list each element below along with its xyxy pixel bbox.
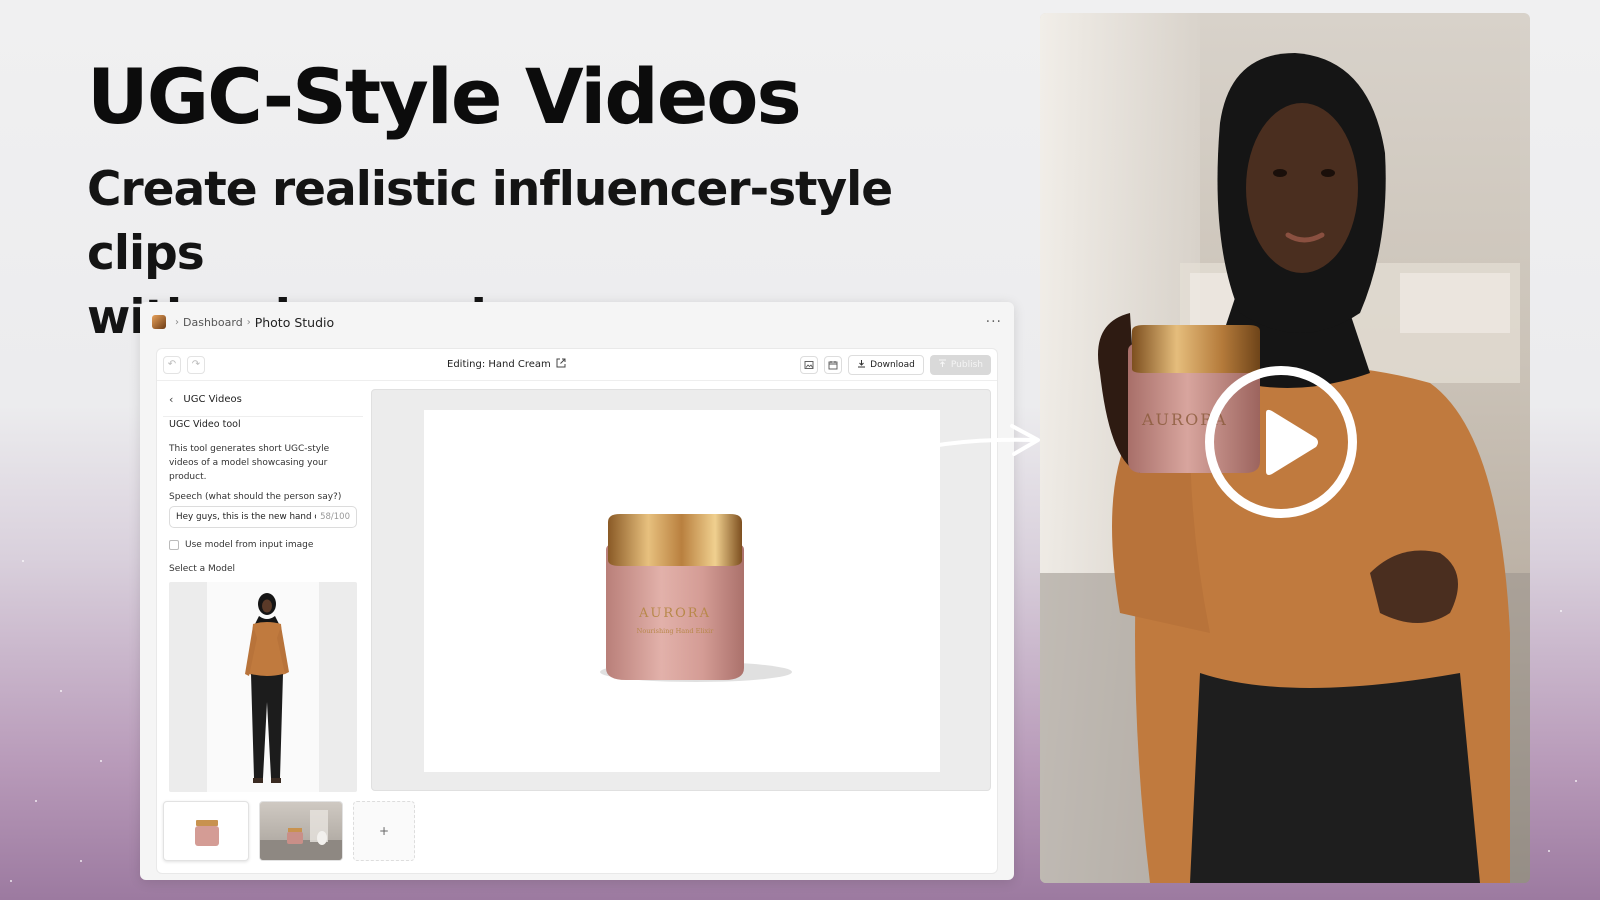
download-label: Download — [870, 359, 915, 370]
speech-char-count: 58/100 — [320, 512, 350, 522]
select-model-label: Select a Model — [169, 564, 236, 574]
speech-label: Speech (what should the person say?) — [169, 492, 342, 502]
back-label: UGC Videos — [183, 394, 242, 405]
speech-value: Hey guys, this is the new hand c — [176, 512, 317, 522]
model-figure — [245, 593, 289, 783]
sparkle — [1560, 610, 1562, 612]
undo-icon[interactable]: ↶ — [163, 355, 181, 374]
sparkle — [35, 800, 37, 802]
chevron-right-icon: › — [175, 316, 179, 328]
speech-input[interactable]: Hey guys, this is the new hand c 58/100 — [169, 506, 357, 528]
sparkle — [60, 690, 62, 692]
chevron-left-icon: ‹ — [169, 393, 174, 406]
publish-icon — [938, 359, 947, 371]
play-icon — [1266, 409, 1318, 475]
panel-title: UGC Video tool — [169, 419, 241, 430]
app-logo-icon[interactable] — [152, 315, 166, 329]
ugc-tool-panel: UGC Video tool This tool generates short… — [163, 416, 363, 794]
arrow-icon — [816, 424, 1040, 498]
back-button[interactable]: ‹ UGC Videos — [163, 389, 363, 410]
use-model-checkbox[interactable] — [169, 540, 179, 550]
sparkle — [10, 880, 12, 882]
more-options-icon[interactable]: ··· — [986, 314, 1002, 330]
chevron-right-icon: › — [246, 316, 251, 328]
image-icon[interactable] — [800, 355, 819, 374]
product-brand: AURORA — [639, 606, 711, 621]
breadcrumb: › Dashboard › Photo Studio ··· — [140, 302, 1014, 342]
sparkle — [22, 560, 24, 562]
calendar-icon[interactable] — [824, 355, 843, 374]
product-line: Nourishing Hand Elixir — [636, 627, 714, 635]
sparkle — [1575, 780, 1577, 782]
add-thumbnail-button[interactable]: + — [353, 801, 415, 861]
sparkle — [100, 760, 102, 762]
thumbnail-product[interactable] — [163, 801, 249, 861]
editing-label: Editing: Hand Cream — [447, 359, 551, 370]
use-model-option[interactable]: Use model from input image — [169, 540, 357, 550]
hero-title: UGC-Style Videos — [87, 52, 802, 141]
sparkle — [80, 860, 82, 862]
model-option-card[interactable] — [169, 582, 357, 792]
breadcrumb-dashboard[interactable]: Dashboard — [183, 316, 243, 329]
publish-button[interactable]: Publish — [929, 354, 991, 375]
editing-title: Editing: Hand Cream — [447, 358, 566, 371]
download-button[interactable]: Download — [848, 354, 924, 375]
play-button[interactable] — [1205, 366, 1357, 518]
use-model-label: Use model from input image — [185, 540, 314, 550]
tool-description: This tool generates short UGC-style vide… — [169, 444, 330, 482]
hero-subtitle-line: Create realistic influencer-style clips — [87, 162, 893, 281]
download-icon — [857, 359, 866, 371]
redo-icon[interactable]: ↷ — [187, 355, 205, 374]
publish-label: Publish — [950, 359, 983, 370]
thumbnail-scene[interactable] — [259, 801, 343, 861]
video-preview[interactable]: AURORA — [1040, 13, 1530, 883]
breadcrumb-current: Photo Studio — [254, 314, 335, 330]
external-link-icon[interactable] — [556, 358, 566, 371]
sparkle — [1548, 850, 1550, 852]
editor-toolbar: ↶ ↷ Editing: Hand Cream Download Publish — [157, 349, 997, 381]
thumbnail-strip: + — [163, 801, 415, 861]
app-window: › Dashboard › Photo Studio ··· ↶ ↷ Editi… — [140, 302, 1014, 880]
tool-sidebar: ‹ UGC Videos UGC Video tool This tool ge… — [163, 389, 363, 792]
